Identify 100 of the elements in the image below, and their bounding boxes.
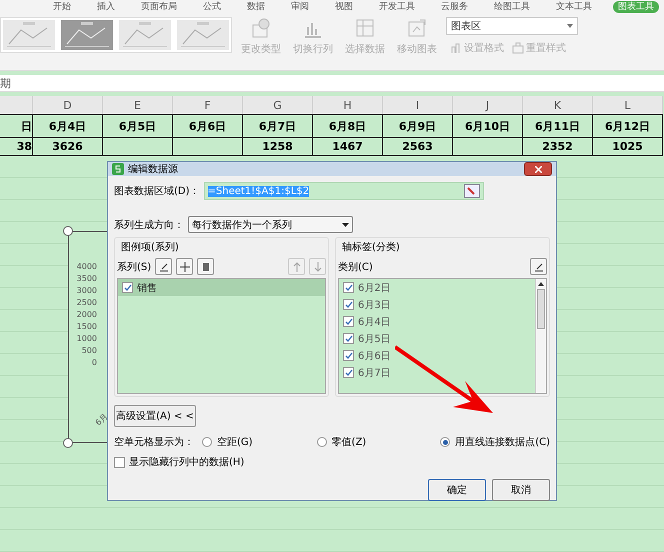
axis-label: 0: [92, 358, 97, 367]
pencil-icon: [534, 262, 544, 272]
caret-icon: [342, 222, 349, 226]
table-cell: 6月4日: [33, 114, 103, 138]
delete-button[interactable]: [197, 258, 214, 275]
ok-button[interactable]: 确定: [428, 479, 486, 501]
axis-label: 2500: [76, 298, 97, 307]
category-item[interactable]: 6月2日: [339, 279, 535, 296]
category-item[interactable]: 6月4日: [339, 313, 535, 330]
table-icon: [354, 17, 376, 39]
table-cell: 6月8日: [313, 114, 383, 138]
axis-label: 4000: [76, 262, 97, 271]
check-icon: [344, 284, 352, 292]
column-header[interactable]: G: [243, 96, 313, 114]
checkbox[interactable]: [343, 333, 354, 344]
field-label: 类别(C): [338, 260, 373, 274]
ribbon-tab[interactable]: 绘图工具: [489, 0, 535, 12]
column-header[interactable]: H: [313, 96, 383, 114]
table-cell: 6月7日: [243, 114, 313, 138]
close-icon: [534, 166, 542, 172]
reset-icon: [512, 42, 524, 54]
series-item[interactable]: 销售: [118, 279, 325, 296]
pencil-icon: [158, 262, 169, 272]
field-label: 系列生成方向：: [114, 218, 184, 232]
column-header[interactable]: L: [593, 96, 663, 114]
column-header[interactable]: E: [103, 96, 173, 114]
column-header[interactable]: K: [523, 96, 593, 114]
radio-button[interactable]: [202, 437, 212, 447]
category-item[interactable]: 6月7日: [339, 364, 535, 381]
chart-icon: [250, 17, 272, 39]
ribbon-tab[interactable]: 云服务: [436, 0, 473, 12]
ribbon-tab[interactable]: 公式: [198, 0, 226, 12]
check-icon: [124, 284, 132, 292]
arrow-down-icon: [314, 262, 322, 272]
dialog-title: 编辑数据源: [128, 162, 178, 176]
table-cell: 日: [0, 114, 33, 138]
column-header[interactable]: D: [33, 96, 103, 114]
trash-icon: [202, 262, 210, 271]
ribbon-tab[interactable]: 审阅: [286, 0, 314, 12]
column-header[interactable]: F: [173, 96, 243, 114]
column-header[interactable]: J: [453, 96, 523, 114]
checkbox[interactable]: [114, 456, 125, 468]
checkbox-label: 显示隐藏行列中的数据(H): [129, 456, 244, 469]
axis-label: 1500: [76, 322, 97, 331]
check-icon: [344, 368, 352, 376]
add-button[interactable]: [176, 258, 194, 275]
app-icon: [112, 163, 124, 175]
formula-bar[interactable]: 期: [0, 75, 664, 92]
ribbon-tab[interactable]: 插入: [92, 0, 120, 12]
group-title: 图例项(系列): [120, 240, 180, 254]
radio-option[interactable]: 用直线连接数据点(C): [440, 435, 550, 449]
table-cell: 6月9日: [383, 114, 453, 138]
scrollbar[interactable]: [535, 279, 546, 393]
table-cell: 6月11日: [523, 114, 593, 138]
edit-button[interactable]: [530, 258, 547, 275]
radio-button[interactable]: [440, 437, 450, 447]
axis-label: 1000: [76, 334, 97, 343]
checkbox[interactable]: [343, 350, 354, 361]
ribbon-tab[interactable]: 数据: [242, 0, 270, 12]
checkbox[interactable]: [343, 367, 354, 378]
check-icon: [344, 352, 352, 360]
table-cell: 6月10日: [453, 114, 523, 138]
axis-label: 3000: [76, 286, 97, 295]
cancel-button[interactable]: 取消: [492, 479, 550, 501]
column-header[interactable]: I: [383, 96, 453, 114]
category-item[interactable]: 6月5日: [339, 330, 535, 347]
ribbon-tab[interactable]: 开发工具: [374, 0, 420, 12]
scroll-up-icon: [538, 282, 544, 286]
field-label: 空单元格显示为：: [114, 436, 195, 449]
checkbox[interactable]: [343, 316, 354, 327]
radio-option[interactable]: 空距(G): [202, 435, 253, 449]
ribbon-tab[interactable]: 开始: [48, 0, 76, 12]
category-item[interactable]: 6月3日: [339, 296, 535, 313]
axis-label: 3500: [76, 274, 97, 283]
radio-button[interactable]: [316, 437, 327, 447]
arrow-up-icon: [292, 262, 300, 272]
edit-button[interactable]: [155, 258, 172, 275]
group-title: 轴标签(分类): [341, 240, 401, 254]
direction-select[interactable]: 每行数据作为一个系列: [188, 216, 353, 233]
checkbox[interactable]: [343, 282, 354, 293]
field-label: 系列(S): [117, 260, 152, 274]
axis-label: 2000: [76, 310, 97, 319]
chart-move-icon: [406, 17, 428, 39]
checkbox[interactable]: [343, 299, 354, 310]
plus-icon: [180, 262, 190, 272]
close-button[interactable]: [524, 162, 552, 176]
field-label: 图表数据区域(D)：: [114, 184, 200, 198]
check-icon: [344, 300, 352, 308]
radio-option[interactable]: 零值(Z): [316, 435, 366, 449]
chart-element-select[interactable]: 图表区: [446, 17, 578, 35]
ribbon-tab[interactable]: 页面布局: [136, 0, 182, 12]
ribbon-tab[interactable]: 视图: [330, 0, 358, 12]
advanced-settings-button[interactable]: 高级设置(A) < <: [114, 405, 196, 427]
axis-label: 500: [82, 346, 97, 355]
axis-label: 6月: [93, 410, 110, 428]
check-icon: [344, 334, 352, 342]
ribbon-tab[interactable]: 文本工具: [551, 0, 597, 12]
category-item[interactable]: 6月6日: [339, 347, 535, 364]
checkbox[interactable]: [122, 282, 133, 293]
collapse-icon[interactable]: [464, 184, 480, 198]
